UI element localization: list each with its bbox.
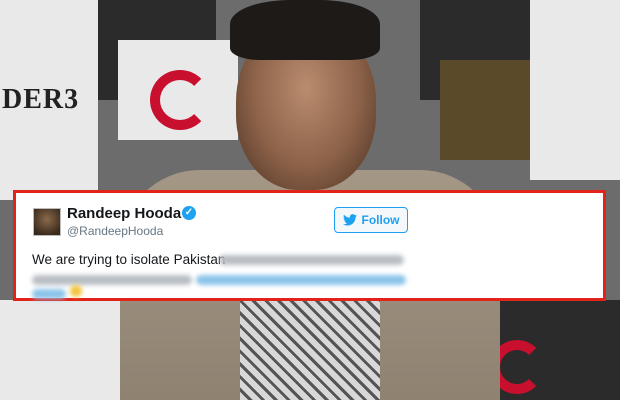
blurred-emoji bbox=[70, 285, 82, 297]
tweet-card: Randeep Hooda ✓ @RandeepHooda Follow We … bbox=[13, 190, 606, 301]
verified-badge-icon: ✓ bbox=[182, 206, 196, 220]
tweet-author-name[interactable]: Randeep Hooda bbox=[67, 205, 181, 222]
twitter-bird-icon bbox=[342, 214, 357, 226]
blurred-text bbox=[32, 275, 192, 285]
backdrop-red-logo bbox=[150, 70, 210, 130]
follow-button[interactable]: Follow bbox=[334, 207, 408, 233]
person-hair bbox=[230, 0, 380, 60]
blurred-hashtags bbox=[196, 275, 406, 285]
backdrop-tile bbox=[530, 0, 620, 180]
backdrop-tile bbox=[0, 300, 120, 400]
avatar[interactable] bbox=[33, 208, 61, 236]
blurred-text bbox=[219, 255, 404, 265]
follow-button-label: Follow bbox=[361, 213, 400, 227]
backdrop-tile bbox=[440, 60, 530, 160]
blurred-hashtags bbox=[32, 289, 66, 299]
person-shirt bbox=[240, 300, 380, 400]
backdrop-logo-text: DER3 bbox=[2, 84, 80, 115]
tweet-author-handle[interactable]: @RandeepHooda bbox=[67, 224, 163, 238]
